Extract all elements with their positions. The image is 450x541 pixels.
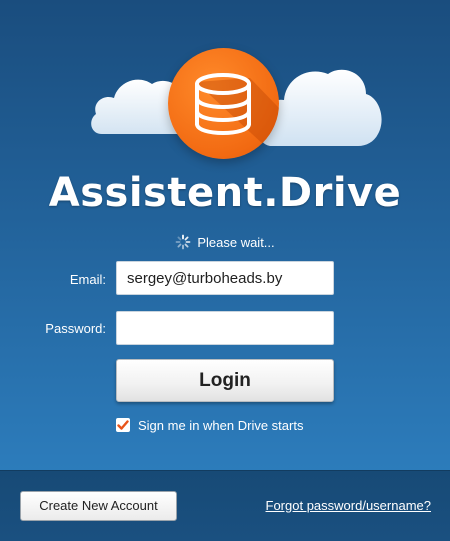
forgot-password-link[interactable]: Forgot password/username? bbox=[266, 498, 431, 513]
remember-me-option[interactable]: Sign me in when Drive starts bbox=[116, 416, 303, 434]
spinner-icon bbox=[175, 234, 191, 250]
login-button[interactable]: Login bbox=[116, 359, 334, 402]
email-field[interactable] bbox=[116, 261, 334, 295]
app-logo bbox=[168, 48, 279, 159]
footer-bar: Create New Account Forgot password/usern… bbox=[0, 470, 450, 541]
create-account-button[interactable]: Create New Account bbox=[20, 491, 177, 521]
remember-me-checkbox[interactable] bbox=[116, 418, 130, 432]
status-text: Please wait... bbox=[197, 234, 275, 250]
remember-me-label: Sign me in when Drive starts bbox=[138, 417, 304, 433]
email-label: Email: bbox=[69, 272, 106, 287]
status-message: Please wait... bbox=[0, 233, 450, 251]
password-label: Password: bbox=[45, 321, 106, 336]
database-icon bbox=[195, 73, 279, 159]
checkmark-icon bbox=[117, 420, 129, 430]
password-field[interactable] bbox=[116, 311, 334, 345]
app-title: Assistent.Drive bbox=[48, 170, 402, 216]
login-hero: Assistent.Drive Please wait... Email: Pa… bbox=[0, 0, 450, 470]
